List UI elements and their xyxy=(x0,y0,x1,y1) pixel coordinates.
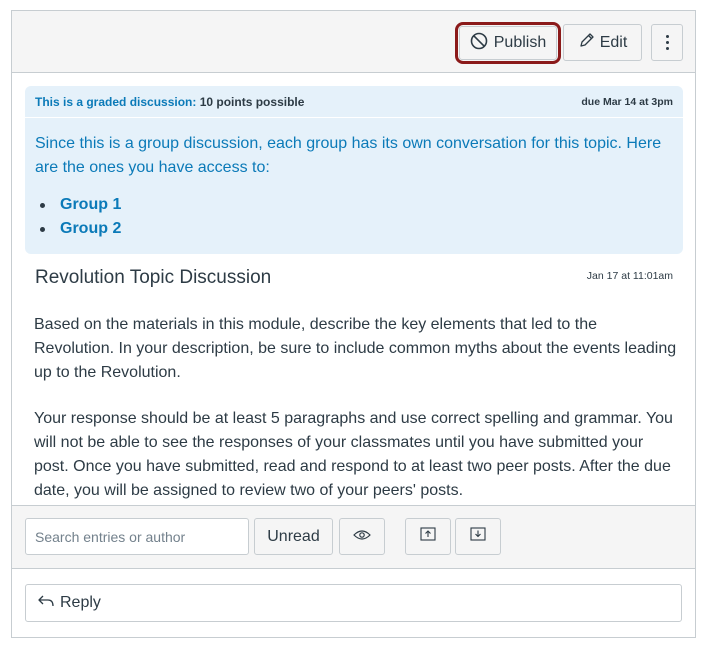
expand-down-icon xyxy=(470,527,486,546)
graded-discussion-panel: This is a graded discussion: 10 points p… xyxy=(25,86,683,254)
due-date: due Mar 14 at 3pm xyxy=(581,96,673,108)
publish-label: Publish xyxy=(493,34,547,51)
kebab-vertical-icon xyxy=(665,35,669,50)
group-discussion-intro: Since this is a group discussion, each g… xyxy=(35,135,662,176)
edit-label: Edit xyxy=(599,33,628,51)
mark-all-read-button[interactable] xyxy=(339,518,385,555)
unread-filter-button[interactable]: Unread xyxy=(254,518,333,555)
discussion-frame: Publish Edit This is a graded discussion… xyxy=(11,10,696,638)
topic-paragraph: Your response should be at least 5 parag… xyxy=(34,410,673,499)
unpublished-icon xyxy=(470,32,488,55)
search-entries-input[interactable] xyxy=(25,518,249,555)
group-link-1[interactable]: Group 1 xyxy=(35,193,121,217)
group-list: Group 1 Group 2 xyxy=(35,193,121,241)
graded-label: This is a graded discussion: 10 points p… xyxy=(35,95,304,109)
reply-label: Reply xyxy=(60,594,101,611)
publish-button[interactable]: Publish xyxy=(459,26,557,60)
reply-arrow-icon xyxy=(38,594,54,613)
pencil-icon xyxy=(578,31,596,54)
entries-toolbar: Unread xyxy=(12,505,695,569)
collapse-replies-button[interactable] xyxy=(405,518,451,555)
topic-paragraph: Based on the materials in this module, d… xyxy=(34,316,677,381)
topic-date: Jan 17 at 11:01am xyxy=(586,270,673,282)
more-options-button[interactable] xyxy=(651,24,683,61)
reply-box[interactable]: Reply xyxy=(25,584,682,622)
eye-icon xyxy=(353,528,371,546)
edit-button[interactable]: Edit xyxy=(563,24,642,61)
graded-header: This is a graded discussion: 10 points p… xyxy=(25,86,683,118)
topic-title: Revolution Topic Discussion xyxy=(35,267,272,288)
graded-label-text: This is a graded discussion: xyxy=(35,95,197,109)
group-link-2[interactable]: Group 2 xyxy=(35,217,121,241)
discussion-toolbar: Publish Edit xyxy=(12,11,695,73)
points-possible: 10 points possible xyxy=(199,95,305,109)
expand-replies-button[interactable] xyxy=(455,518,501,555)
collapse-up-icon xyxy=(420,527,436,546)
